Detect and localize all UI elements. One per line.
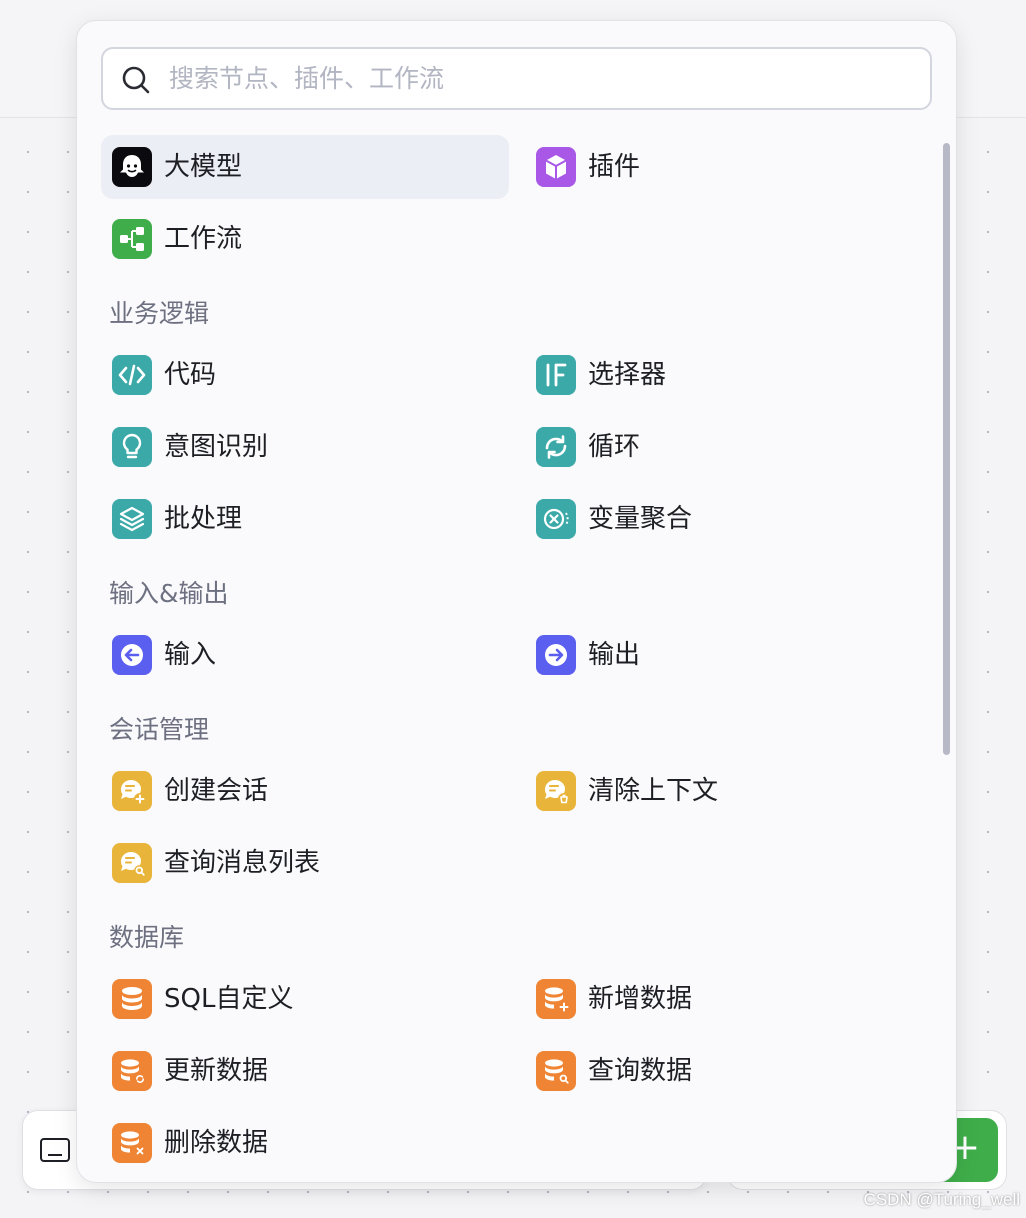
- query-messages-icon: [112, 843, 152, 883]
- node-item-code[interactable]: 代码: [101, 343, 509, 407]
- node-label: 删除数据: [164, 1128, 269, 1158]
- search-icon: [122, 66, 150, 94]
- node-item-input[interactable]: 输入: [101, 623, 509, 687]
- node-label: 更新数据: [164, 1056, 269, 1086]
- node-item-selector[interactable]: 选择器: [525, 343, 933, 407]
- node-item-sql-custom[interactable]: SQL自定义: [101, 967, 509, 1031]
- update-data-icon: [112, 1051, 152, 1091]
- loop-icon: [536, 427, 576, 467]
- sql-database-icon: [112, 979, 152, 1019]
- batch-layers-icon: [112, 499, 152, 539]
- node-item-output[interactable]: 输出: [525, 623, 933, 687]
- node-item-delete-data[interactable]: 删除数据: [101, 1111, 509, 1175]
- node-label: 循环: [588, 432, 641, 462]
- node-label: 清除上下文: [588, 776, 719, 806]
- node-item-llm[interactable]: 大模型: [101, 135, 509, 199]
- node-item-variable-aggregate[interactable]: 变量聚合: [525, 487, 933, 551]
- node-item-intent[interactable]: 意图识别: [101, 415, 509, 479]
- query-data-icon: [536, 1051, 576, 1091]
- node-label: 新增数据: [588, 984, 693, 1014]
- node-label: 查询数据: [588, 1056, 693, 1086]
- clear-context-icon: [536, 771, 576, 811]
- node-search-input[interactable]: 搜索节点、插件、工作流: [101, 47, 932, 110]
- add-data-icon: [536, 979, 576, 1019]
- node-label: 插件: [588, 152, 641, 182]
- node-item-loop[interactable]: 循环: [525, 415, 933, 479]
- node-label: 代码: [164, 360, 217, 390]
- node-item-plugin[interactable]: 插件: [525, 135, 933, 199]
- section-title-input-output: 输入&输出: [109, 579, 229, 608]
- node-label: 输入: [164, 640, 217, 670]
- node-item-create-conversation[interactable]: 创建会话: [101, 759, 509, 823]
- workflow-icon: [112, 219, 152, 259]
- create-conversation-icon: [112, 771, 152, 811]
- node-item-add-data[interactable]: 新增数据: [525, 967, 933, 1031]
- node-label: 查询消息列表: [164, 848, 321, 878]
- node-label: 输出: [588, 640, 641, 670]
- node-item-clear-context[interactable]: 清除上下文: [525, 759, 933, 823]
- search-placeholder: 搜索节点、插件、工作流: [169, 64, 445, 93]
- node-item-query-data[interactable]: 查询数据: [525, 1039, 933, 1103]
- delete-data-icon: [112, 1123, 152, 1163]
- node-picker-panel: 搜索节点、插件、工作流 大模型 插件 工作流 业务逻辑 代码 选择器 意图识别 …: [76, 20, 957, 1183]
- node-label: 工作流: [164, 224, 243, 254]
- node-item-query-messages[interactable]: 查询消息列表: [101, 831, 509, 895]
- watermark: CSDN @Turing_well: [863, 1190, 1020, 1209]
- if-selector-icon: [536, 355, 576, 395]
- variable-aggregate-icon: [536, 499, 576, 539]
- node-item-update-data[interactable]: 更新数据: [101, 1039, 509, 1103]
- node-label: 意图识别: [164, 432, 269, 462]
- output-arrow-icon: [536, 635, 576, 675]
- plugin-cube-icon: [536, 147, 576, 187]
- node-label: SQL自定义: [164, 984, 294, 1014]
- panel-scrollbar[interactable]: [943, 143, 950, 755]
- section-title-conversation: 会话管理: [109, 715, 210, 744]
- node-item-workflow[interactable]: 工作流: [101, 207, 509, 271]
- code-icon: [112, 355, 152, 395]
- panel-toggle-icon[interactable]: [40, 1138, 70, 1162]
- node-label: 选择器: [588, 360, 667, 390]
- section-title-business-logic: 业务逻辑: [109, 299, 210, 328]
- llm-icon: [112, 147, 152, 187]
- node-item-batch[interactable]: 批处理: [101, 487, 509, 551]
- node-label: 创建会话: [164, 776, 269, 806]
- node-label: 变量聚合: [588, 504, 693, 534]
- node-label: 大模型: [164, 152, 243, 182]
- intent-bulb-icon: [112, 427, 152, 467]
- input-arrow-icon: [112, 635, 152, 675]
- node-label: 批处理: [164, 504, 243, 534]
- section-title-database: 数据库: [109, 923, 185, 952]
